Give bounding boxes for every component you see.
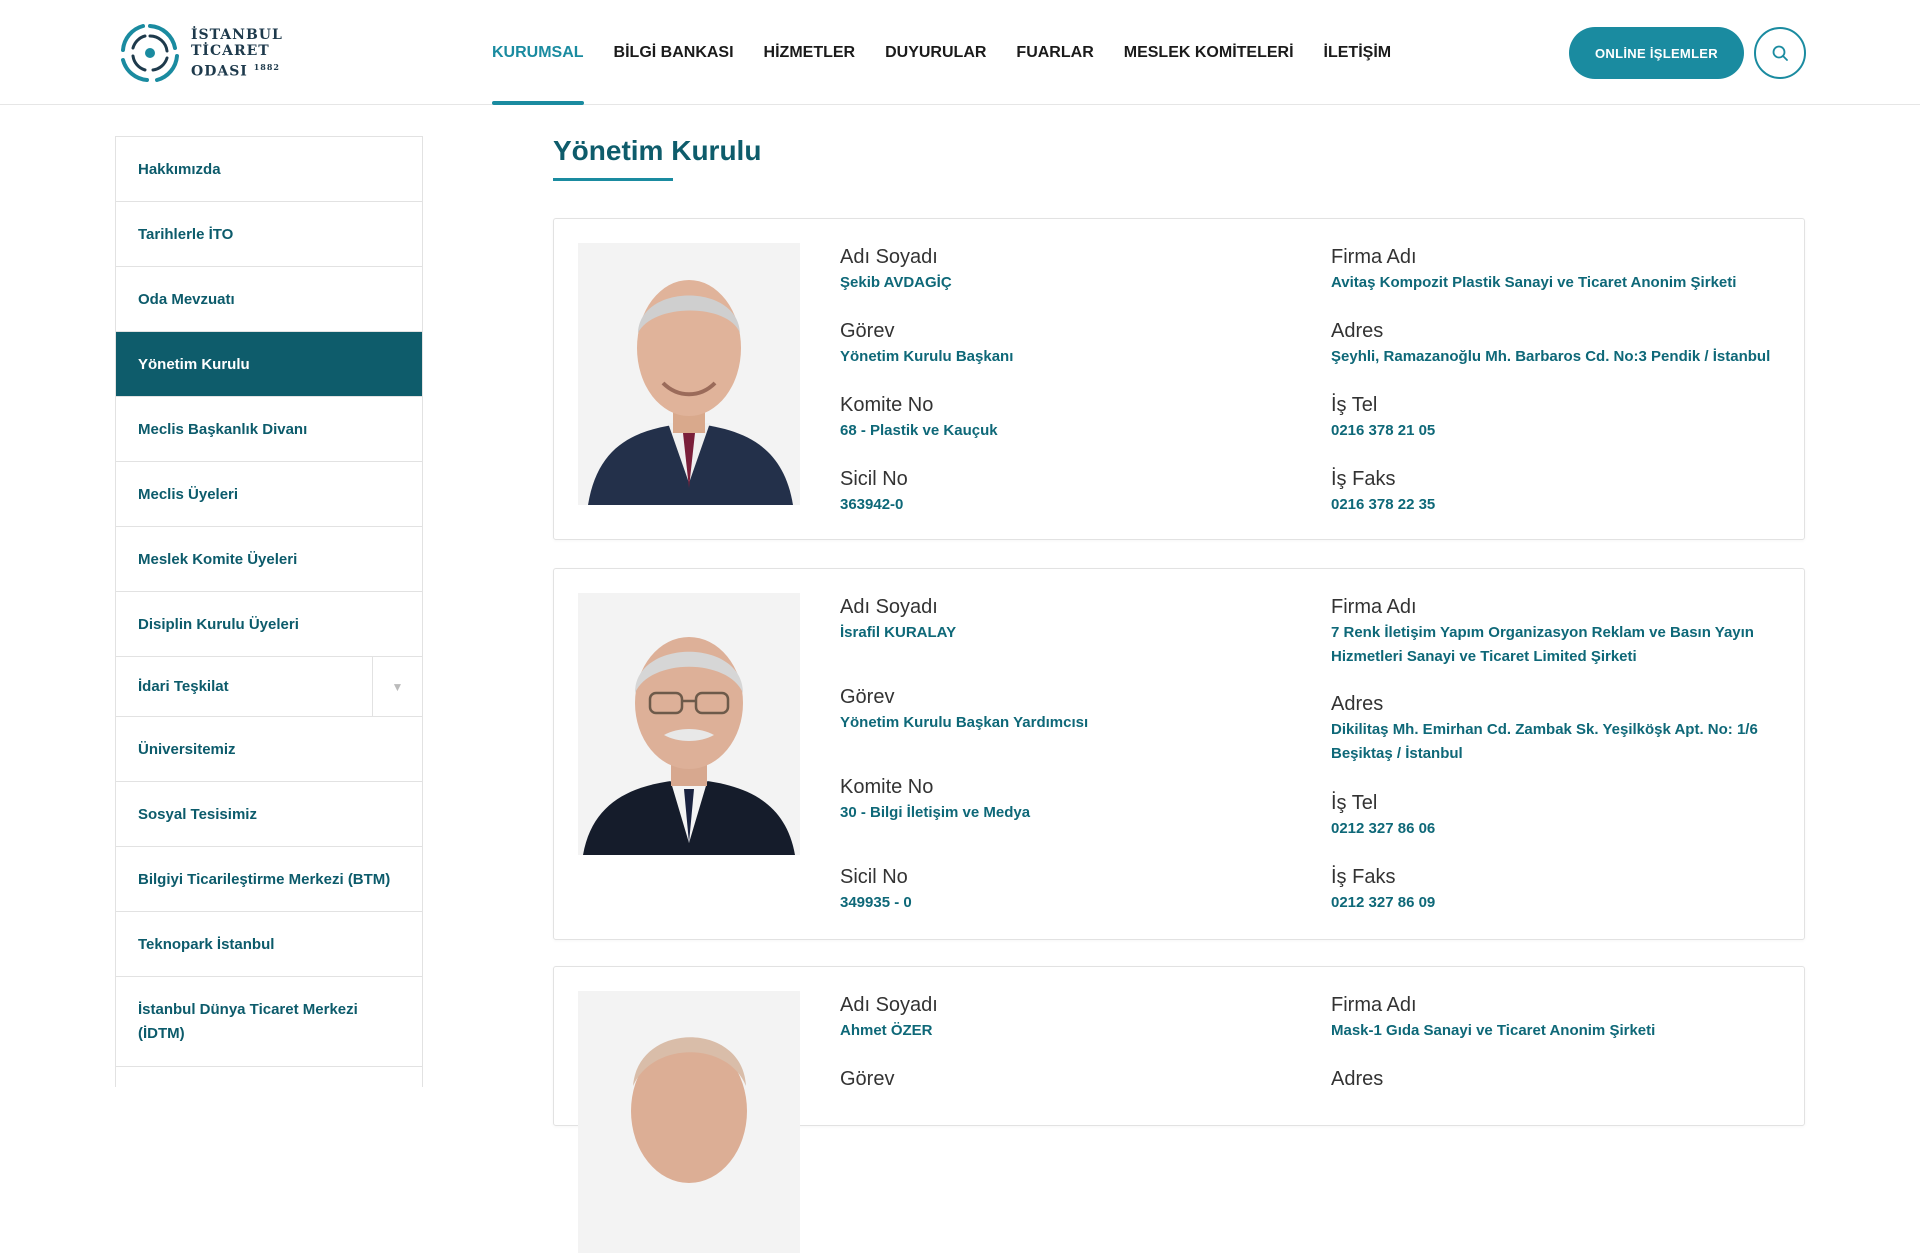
search-button[interactable] — [1754, 27, 1806, 79]
sidebar-item-disiplin-kurulu-uyeleri[interactable]: Disiplin Kurulu Üyeleri — [116, 592, 422, 657]
member-company: Avitaş Kompozit Plastik Sanayi ve Ticare… — [1331, 274, 1737, 291]
field-committee: Komite No 30 - Bilgi İletişim ve Medya — [840, 775, 1030, 825]
field-company: Firma Adı Mask-1 Gıda Sanayi ve Ticaret … — [1331, 993, 1791, 1043]
field-name: Adı Soyadı Şekib AVDAGİÇ — [840, 245, 952, 295]
sidebar-item-sosyal-tesisimiz[interactable]: Sosyal Tesisimiz — [116, 782, 422, 847]
field-fax: İş Faks 0212 327 86 09 — [1331, 865, 1435, 915]
member-name: İsrafil KURALAY — [840, 624, 957, 641]
member-photo-image — [578, 593, 800, 855]
search-icon — [1772, 45, 1788, 61]
field-address: Adres Dikilitaş Mh. Emirhan Cd. Zambak S… — [1331, 692, 1791, 766]
member-photo-image — [578, 243, 800, 505]
member-photo — [578, 243, 800, 505]
sidebar-item-meslek-komite-uyeleri[interactable]: Meslek Komite Üyeleri — [116, 527, 422, 592]
member-fax: 0212 327 86 09 — [1331, 894, 1436, 911]
nav-kurumsal[interactable]: KURUMSAL — [492, 0, 584, 105]
member-card: Adı Soyadı İsrafil KURALAY Görev Yönetim… — [553, 568, 1805, 940]
nav-hizmetler[interactable]: HİZMETLER — [764, 0, 856, 105]
member-card: Adı Soyadı Şekib AVDAGİÇ Görev Yönetim K… — [553, 218, 1805, 540]
field-committee: Komite No 68 - Plastik ve Kauçuk — [840, 393, 998, 443]
logo-wordmark: İSTANBUL TİCARET ODASI 1882 — [191, 27, 283, 80]
member-photo — [578, 593, 800, 855]
logo-line-2: TİCARET — [191, 42, 270, 59]
ito-logo-mark-icon — [121, 24, 179, 82]
sidebar-item-label: İdari Teşkilat — [138, 678, 229, 695]
member-phone: 0216 378 21 05 — [1331, 422, 1436, 439]
ito-logo[interactable]: İSTANBUL TİCARET ODASI 1882 — [115, 18, 285, 88]
sidebar-item-idari-teskilat[interactable]: İdari Teşkilat ▼ — [116, 657, 422, 717]
member-address: Dikilitaş Mh. Emirhan Cd. Zambak Sk. Yeş… — [1331, 721, 1758, 762]
sidebar-item-meclis-uyeleri[interactable]: Meclis Üyeleri — [116, 462, 422, 527]
member-address: Şeyhli, Ramazanoğlu Mh. Barbaros Cd. No:… — [1331, 348, 1771, 365]
nav-bilgi-bankasi[interactable]: BİLGİ BANKASI — [614, 0, 734, 105]
member-role: Yönetim Kurulu Başkanı — [840, 348, 1014, 365]
sidebar-item-hakkimizda[interactable]: Hakkımızda — [116, 137, 422, 202]
field-registry: Sicil No 349935 - 0 — [840, 865, 912, 915]
sidebar-item-btm[interactable]: Bilgiyi Ticarileştirme Merkezi (BTM) — [116, 847, 422, 912]
member-company: Mask-1 Gıda Sanayi ve Ticaret Anonim Şir… — [1331, 1022, 1656, 1039]
nav-meslek-komiteleri[interactable]: MESLEK KOMİTELERİ — [1124, 0, 1294, 105]
logo-line-1: İSTANBUL — [191, 26, 283, 43]
field-phone: İş Tel 0212 327 86 06 — [1331, 791, 1435, 841]
member-role: Yönetim Kurulu Başkan Yardımcısı — [840, 714, 1089, 731]
field-name: Adı Soyadı Ahmet ÖZER — [840, 993, 938, 1043]
field-company: Firma Adı 7 Renk İletişim Yapım Organiza… — [1331, 595, 1791, 669]
member-name: Ahmet ÖZER — [840, 1022, 933, 1039]
field-phone: İş Tel 0216 378 21 05 — [1331, 393, 1435, 443]
field-name: Adı Soyadı İsrafil KURALAY — [840, 595, 956, 645]
sidebar-item-teknopark-istanbul[interactable]: Teknopark İstanbul — [116, 912, 422, 977]
sidebar-item-universitemiz[interactable]: Üniversitemiz — [116, 717, 422, 782]
nav-duyurular[interactable]: DUYURULAR — [885, 0, 986, 105]
field-address: Adres — [1331, 1068, 1384, 1090]
sidebar-item-idtm[interactable]: İstanbul Dünya Ticaret Merkezi (İDTM) — [116, 977, 422, 1067]
member-registry: 363942-0 — [840, 496, 904, 513]
member-committee: 30 - Bilgi İletişim ve Medya — [840, 804, 1031, 821]
nav-fuarlar[interactable]: FUARLAR — [1016, 0, 1093, 105]
site-header: İSTANBUL TİCARET ODASI 1882 KURUMSAL BİL… — [0, 0, 1920, 105]
field-role: Görev Yönetim Kurulu Başkanı — [840, 319, 1013, 369]
member-registry: 349935 - 0 — [840, 894, 912, 911]
member-card: Adı Soyadı Ahmet ÖZER Görev Firma Adı Ma… — [553, 966, 1805, 1253]
member-committee: 68 - Plastik ve Kauçuk — [840, 422, 998, 439]
field-address: Adres Şeyhli, Ramazanoğlu Mh. Barbaros C… — [1331, 319, 1791, 369]
member-phone: 0212 327 86 06 — [1331, 820, 1436, 837]
logo-since: 1882 — [253, 61, 280, 72]
title-underline — [553, 178, 673, 181]
sidebar-item-tarihlerle-ito[interactable]: Tarihlerle İTO — [116, 202, 422, 267]
field-fax: İş Faks 0216 378 22 35 — [1331, 467, 1435, 517]
member-fax: 0216 378 22 35 — [1331, 496, 1436, 513]
member-photo — [578, 991, 800, 1253]
sidebar-menu: Hakkımızda Tarihlerle İTO Oda Mevzuatı Y… — [115, 136, 423, 1087]
online-islemler-button[interactable]: ONLİNE İŞLEMLER — [1569, 27, 1744, 79]
field-company: Firma Adı Avitaş Kompozit Plastik Sanayi… — [1331, 245, 1791, 295]
sidebar-item-meclis-baskanlik-divani[interactable]: Meclis Başkanlık Divanı — [116, 397, 422, 462]
page-title: Yönetim Kurulu — [553, 135, 762, 166]
nav-iletisim[interactable]: İLETİŞİM — [1324, 0, 1392, 105]
field-role: Görev Yönetim Kurulu Başkan Yardımcısı — [840, 685, 1088, 735]
logo-line-3: ODASI — [191, 63, 248, 80]
field-role: Görev — [840, 1068, 895, 1090]
member-photo-image — [578, 991, 800, 1253]
chevron-down-icon[interactable]: ▼ — [372, 657, 422, 716]
member-company: 7 Renk İletişim Yapım Organizasyon Rekla… — [1331, 624, 1754, 665]
sidebar-item-oda-mevzuati[interactable]: Oda Mevzuatı — [116, 267, 422, 332]
field-registry: Sicil No 363942-0 — [840, 467, 908, 517]
main-nav: KURUMSAL BİLGİ BANKASI HİZMETLER DUYURUL… — [492, 0, 1421, 105]
sidebar-item-partial — [116, 1067, 422, 1087]
sidebar-item-yonetim-kurulu[interactable]: Yönetim Kurulu — [116, 332, 422, 397]
member-name: Şekib AVDAGİÇ — [840, 274, 952, 291]
